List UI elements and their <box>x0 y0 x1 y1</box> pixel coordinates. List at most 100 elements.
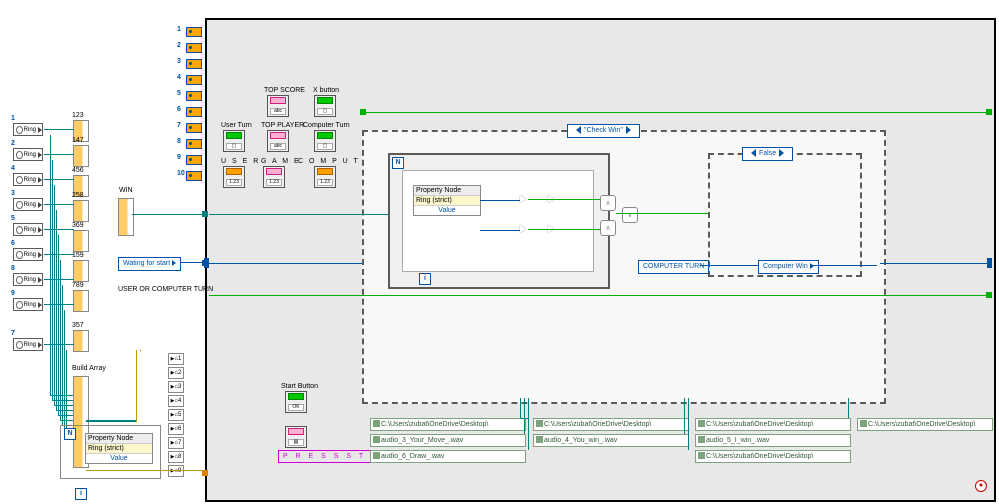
or-gate: ∨ <box>622 207 638 223</box>
dbl-terminal-10 <box>186 171 202 181</box>
local-var-4[interactable]: ⌂4 <box>168 395 184 407</box>
stop-terminal[interactable]: ● <box>975 480 987 492</box>
term-num-5: 5 <box>177 90 181 97</box>
enum-waiting[interactable]: Wating for start <box>118 257 181 271</box>
path-4[interactable]: C:\Users\zubat\OneDrive\Desktop\ <box>533 418 689 431</box>
local-var-8[interactable]: ⌂8 <box>168 451 184 463</box>
case-false <box>708 153 862 277</box>
top-player-label: TOP PLAYER <box>261 122 304 129</box>
local-var-9[interactable]: ⌂9 <box>168 465 184 477</box>
win-label: WIN <box>119 187 133 194</box>
win-bundle <box>118 198 134 236</box>
and-gate-1: ∧ <box>600 195 616 211</box>
path-6[interactable]: C:\Users\zubat\OneDrive\Desktop\ <box>695 418 851 431</box>
dbl-terminal-2 <box>186 43 202 53</box>
game-ind: 1.23 <box>263 166 285 188</box>
computer-turn-ind: ▢ <box>314 130 336 152</box>
dbl-terminal-4 <box>186 75 202 85</box>
ring-num-9: 9 <box>11 290 15 297</box>
bundle-lab-789: 789 <box>72 282 84 289</box>
path-audio4[interactable]: audio_4_You_win_.wav <box>533 434 689 447</box>
path-8[interactable]: C:\Users\zubat\OneDrive\Desktop\ <box>695 450 851 463</box>
term-num-4: 4 <box>177 74 181 81</box>
ring-num-8: 8 <box>11 265 15 272</box>
term-num-8: 8 <box>177 138 181 145</box>
computer-ind: 1.23 <box>314 166 336 188</box>
local-var-3[interactable]: ⌂3 <box>168 381 184 393</box>
ring-num-3: 3 <box>11 190 15 197</box>
bundle-258 <box>73 200 89 222</box>
path-1[interactable]: C:\Users\zubat\OneDrive\Desktop\ <box>370 418 526 431</box>
bundle-lab-147: 147 <box>72 137 84 144</box>
local-var-7[interactable]: ⌂7 <box>168 437 184 449</box>
dbl-terminal-7 <box>186 123 202 133</box>
game-label: G A M E <box>261 158 301 165</box>
t-green-r <box>986 109 992 115</box>
enum-computer-turn[interactable]: COMPUTER TURN <box>638 260 709 274</box>
and-gate-2: ∧ <box>600 220 616 236</box>
inner-prop-value: Value <box>414 205 480 215</box>
term-num-10: 10 <box>177 170 185 177</box>
bundle-357 <box>73 330 89 352</box>
ring-control-9[interactable]: Ring <box>13 298 43 311</box>
enum-computer-win[interactable]: Computer Win <box>758 260 819 274</box>
case-selector-false[interactable]: False <box>742 147 793 161</box>
inner-N: N <box>392 157 404 169</box>
case-selector-check[interactable]: "Check Win" <box>567 124 640 138</box>
top-score-ind: abc <box>267 95 289 117</box>
bundle-lab-258: 258 <box>72 192 84 199</box>
path-audio5[interactable]: audio_5_I_win_.wav <box>695 434 851 447</box>
term-num-2: 2 <box>177 42 181 49</box>
local-var-1[interactable]: ⌂1 <box>168 353 184 365</box>
start-button[interactable]: OK <box>285 391 307 413</box>
computer-turn-label: Computer Turn <box>303 122 350 129</box>
ring-control-4[interactable]: Ring <box>13 173 43 186</box>
user-turn-ind: ▢ <box>223 130 245 152</box>
inner-prop-ring: Ring (strict) <box>414 195 480 205</box>
pink-icon: ▤ <box>285 426 307 448</box>
top-player-ind: abc <box>267 130 289 152</box>
x-button-ind[interactable]: ▢ <box>314 95 336 117</box>
path-9[interactable]: C:\Users\zubat\OneDrive\Desktop\ <box>857 418 993 431</box>
ring-control-8[interactable]: Ring <box>13 273 43 286</box>
ring-num-2: 2 <box>11 140 15 147</box>
bundle-789 <box>73 290 89 312</box>
inner-prop-title: Property Node <box>414 186 480 195</box>
term-num-7: 7 <box>177 122 181 129</box>
top-score-label: TOP SCORE <box>264 87 305 94</box>
local-var-5[interactable]: ⌂5 <box>168 409 184 421</box>
bundle-lab-123: 123 <box>72 112 84 119</box>
bundle-147 <box>73 145 89 167</box>
property-node-inner[interactable]: Property Node Ring (strict) Value <box>413 185 481 216</box>
build-array-label: Build Array <box>72 365 106 372</box>
ring-control-5[interactable]: Ring <box>13 223 43 236</box>
user-label: U S E R <box>221 158 260 165</box>
user-ind: 1.23 <box>223 166 245 188</box>
ring-control-2[interactable]: Ring <box>13 148 43 161</box>
dbl-terminal-3 <box>186 59 202 69</box>
ring-num-4: 4 <box>11 165 15 172</box>
term-num-3: 3 <box>177 58 181 65</box>
x-button-label: X button <box>313 87 339 94</box>
ring-control-6[interactable]: Ring <box>13 248 43 261</box>
start-button-label: Start Button <box>281 383 318 390</box>
path-audio6[interactable]: audio_6_Draw_.wav <box>370 450 526 463</box>
inner-i: i <box>419 273 431 285</box>
dbl-terminal-5 <box>186 91 202 101</box>
local-var-6[interactable]: ⌂6 <box>168 423 184 435</box>
bundle-lab-369: 369 <box>72 222 84 229</box>
ring-control-1[interactable]: Ring <box>13 123 43 136</box>
dbl-terminal-9 <box>186 155 202 165</box>
term-num-9: 9 <box>177 154 181 161</box>
path-audio3[interactable]: audio_3_Your_Move_.wav <box>370 434 526 447</box>
state-label: USER OR COMPUTER TURN <box>118 286 213 293</box>
bundle-lab-456: 456 <box>72 167 84 174</box>
term-num-6: 6 <box>177 106 181 113</box>
loop-i-bottom: i <box>75 488 87 500</box>
local-var-2[interactable]: ⌂2 <box>168 367 184 379</box>
dbl-terminal-6 <box>186 107 202 117</box>
bundle-159 <box>73 260 89 282</box>
ring-control-3[interactable]: Ring <box>13 198 43 211</box>
ring-num-1: 1 <box>11 115 15 122</box>
ring-control-7[interactable]: Ring <box>13 338 43 351</box>
